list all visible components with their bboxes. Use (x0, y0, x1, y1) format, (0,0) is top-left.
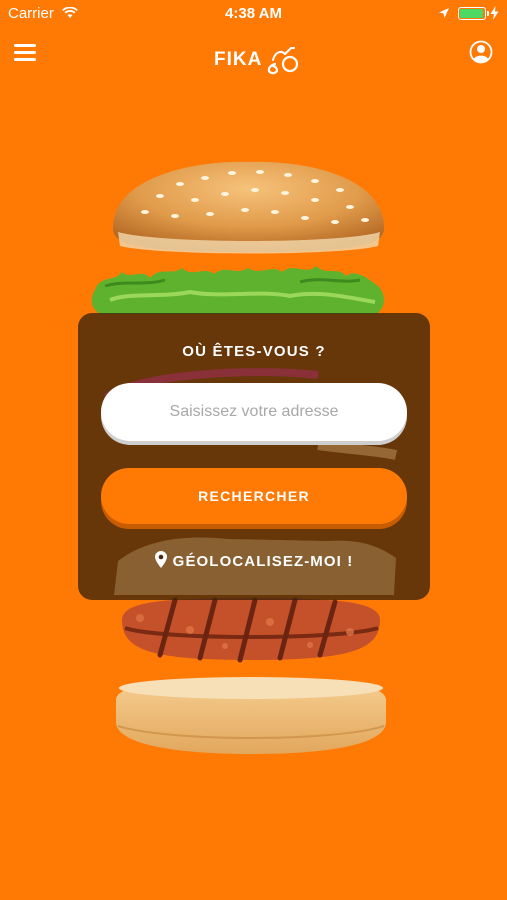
patty-image (122, 597, 380, 663)
geolocate-label: GÉOLOCALISEZ-MOI ! (172, 553, 354, 570)
location-question-heading: OÙ ÊTES-VOUS ? (182, 343, 326, 360)
address-search-panel: OÙ ÊTES-VOUS ? RECHERCHER GÉOLOCALISEZ-M… (78, 313, 430, 600)
bottom-bun-image (116, 677, 386, 754)
top-bun-image (113, 161, 384, 254)
search-button[interactable]: RECHERCHER (101, 468, 407, 524)
address-input[interactable] (101, 383, 407, 441)
geolocate-button[interactable]: GÉOLOCALISEZ-MOI ! (78, 551, 430, 570)
map-pin-icon (154, 551, 167, 568)
lettuce-image (91, 266, 384, 314)
